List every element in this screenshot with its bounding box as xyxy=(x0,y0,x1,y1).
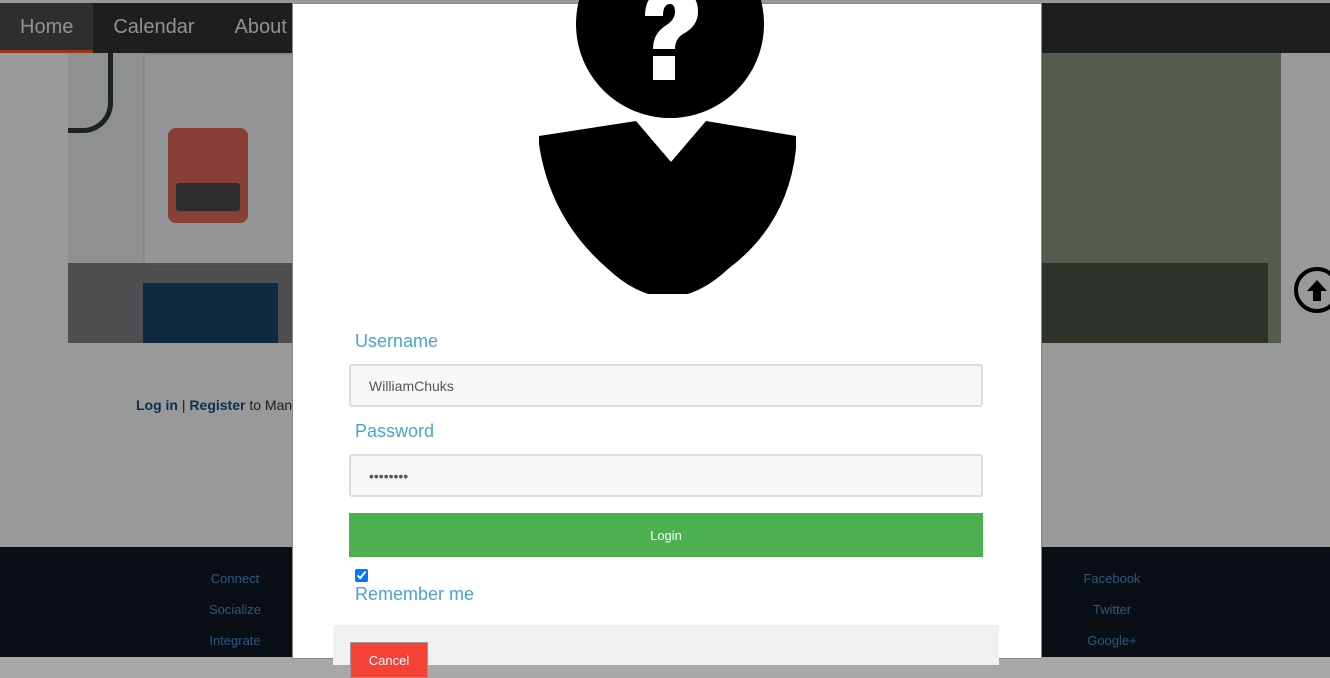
remember-me-checkbox[interactable] xyxy=(355,569,368,582)
login-modal: Username Password Login Remember me Canc… xyxy=(292,0,1042,678)
username-label: Username xyxy=(355,331,439,351)
arrow-up-icon xyxy=(1307,280,1327,301)
password-label: Password xyxy=(355,421,435,441)
username-input[interactable] xyxy=(349,364,983,407)
unknown-user-icon xyxy=(539,0,796,294)
modal-footer: Cancel xyxy=(333,625,999,678)
remember-me-label: Remember me xyxy=(355,584,475,604)
password-input[interactable] xyxy=(349,454,983,497)
cancel-button[interactable]: Cancel xyxy=(350,642,428,678)
login-button[interactable]: Login xyxy=(349,513,983,557)
